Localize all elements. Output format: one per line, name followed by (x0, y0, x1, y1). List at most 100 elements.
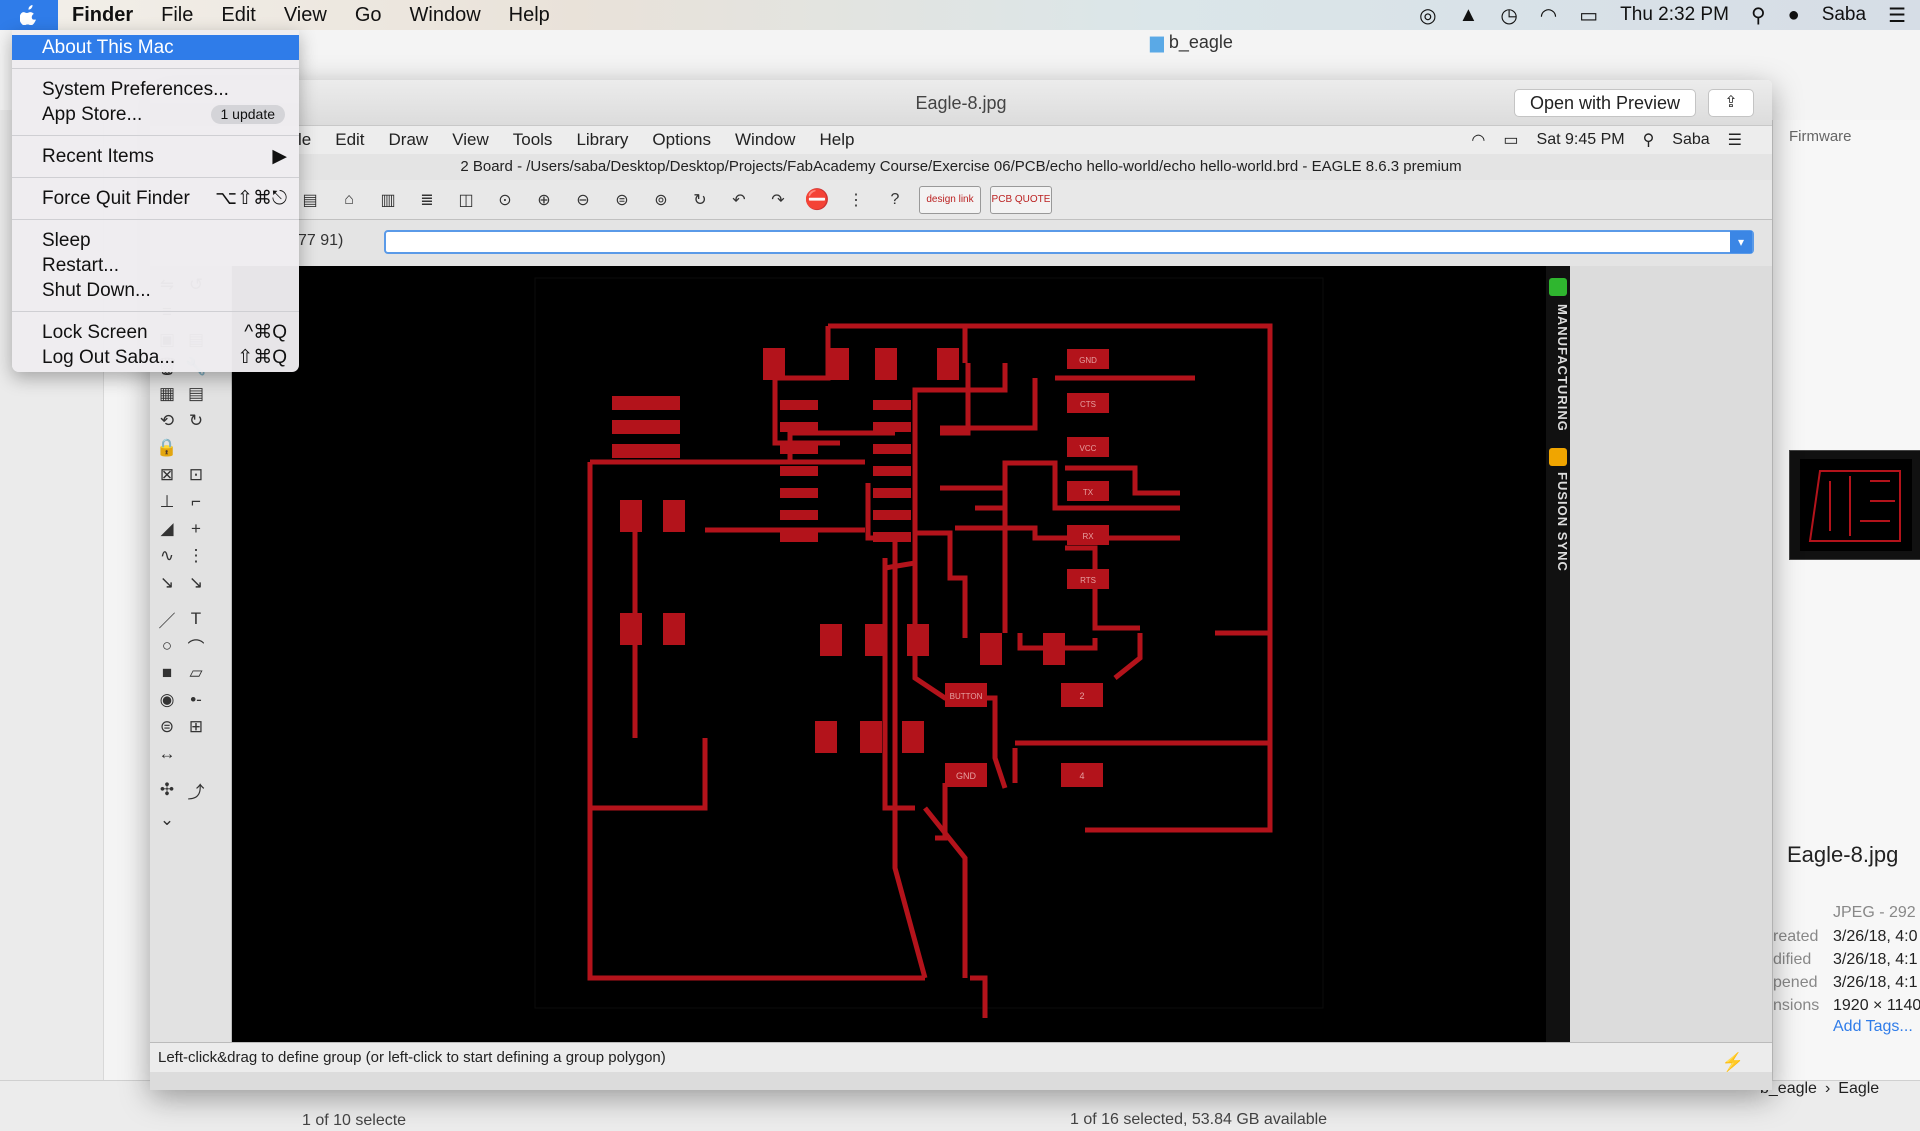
apple-icon[interactable] (0, 0, 58, 30)
zoom-fit-icon[interactable]: ⊙ (490, 186, 520, 214)
eagle-menu-options[interactable]: Options (640, 130, 723, 150)
path-item[interactable]: Eagle (1838, 1080, 1879, 1098)
palette-tool-icon[interactable]: ▤ (181, 380, 211, 408)
palette-tool-icon[interactable]: 🔒 (152, 434, 182, 462)
palette-tool-icon[interactable]: ↻ (181, 407, 211, 435)
palette-tool-icon[interactable]: ⋮ (181, 542, 211, 570)
palette-tool-icon[interactable]: •- (181, 686, 211, 714)
zoom-out-icon[interactable]: ⊖ (568, 186, 598, 214)
menu-go[interactable]: Go (341, 0, 396, 30)
palette-tool-icon[interactable]: ⤴ (181, 776, 211, 804)
palette-tool-icon[interactable]: ↘ (152, 569, 182, 597)
redraw-icon[interactable]: ↻ (685, 186, 715, 214)
wifi-icon[interactable]: ◠ (1540, 3, 1557, 28)
redo-icon[interactable]: ↷ (763, 186, 793, 214)
user-name[interactable]: Saba (1822, 4, 1866, 26)
palette-tool-icon[interactable]: ⌒ (181, 632, 211, 660)
palette-tool-icon[interactable]: ⌄ (152, 806, 182, 834)
command-input[interactable]: ▾ (384, 230, 1754, 254)
menu-about-this-mac[interactable]: About This Mac (12, 35, 299, 60)
time-machine-icon[interactable]: ◷ (1500, 3, 1517, 28)
menu-app-name[interactable]: Finder (58, 0, 147, 30)
adobe-icon[interactable]: ▲ (1459, 4, 1479, 27)
board-canvas[interactable]: GND CTS VCC TX RX RTS BUTTON GND 2 4 (232, 266, 1552, 1042)
pcb-quote-button[interactable]: PCB QUOTE (990, 185, 1052, 214)
menu-separator (12, 219, 299, 220)
eagle-menu-draw[interactable]: Draw (377, 130, 441, 150)
battery-icon[interactable]: ▭ (1579, 3, 1598, 28)
ulp-icon[interactable]: ◫ (451, 186, 481, 214)
manufacturing-icon[interactable] (1549, 278, 1567, 296)
eagle-menu-edit[interactable]: Edit (323, 130, 376, 150)
menu-restart[interactable]: Restart... (12, 253, 299, 278)
notification-center-icon[interactable]: ☰ (1888, 3, 1906, 28)
menu-lock-screen[interactable]: Lock Screen ^⌘Q (12, 320, 299, 345)
lightning-icon[interactable]: ⚡ (1722, 1047, 1744, 1077)
pad-label-gnd: GND (956, 771, 977, 781)
eagle-menu-view[interactable]: View (440, 130, 501, 150)
menu-file[interactable]: File (147, 0, 207, 30)
menu-force-quit[interactable]: Force Quit Finder ⌥⇧⌘⎋ (12, 186, 299, 211)
palette-tool-icon[interactable]: T (181, 605, 211, 633)
menu-help[interactable]: Help (495, 0, 564, 30)
share-button[interactable]: ⇪ (1708, 89, 1754, 117)
palette-tool-icon[interactable]: ↔ (152, 740, 182, 768)
grid-icon[interactable]: ▥ (373, 186, 403, 214)
palette-tool-icon[interactable]: ⊠ (152, 461, 182, 489)
palette-tool-icon[interactable]: ○ (152, 632, 182, 660)
palette-tool-icon[interactable]: ⌐ (181, 488, 211, 516)
palette-tool-icon[interactable]: ⊥ (152, 488, 182, 516)
script-icon[interactable]: ≣ (412, 186, 442, 214)
palette-tool-icon[interactable]: ▱ (181, 659, 211, 687)
smd-pad (907, 624, 929, 656)
zoom-in-icon[interactable]: ⊕ (529, 186, 559, 214)
palette-tool-icon[interactable]: + (181, 515, 211, 543)
palette-tool-icon[interactable]: ■ (152, 659, 182, 687)
menu-edit[interactable]: Edit (207, 0, 269, 30)
menu-window[interactable]: Window (396, 0, 495, 30)
spotlight-icon[interactable]: ⚲ (1751, 3, 1766, 28)
palette-tool-icon[interactable]: ⊞ (181, 713, 211, 741)
palette-tool-icon[interactable]: ⊜ (152, 713, 182, 741)
menu-sleep[interactable]: Sleep (12, 228, 299, 253)
creative-cloud-icon[interactable]: ◎ (1419, 3, 1436, 28)
eagle-menu-window[interactable]: Window (723, 130, 807, 150)
eagle-clock: Sat 9:45 PM (1536, 131, 1625, 148)
palette-tool-icon[interactable]: ／ (152, 605, 182, 633)
palette-tool-icon[interactable]: ◢ (152, 515, 182, 543)
menu-view[interactable]: View (270, 0, 341, 30)
add-tags-link[interactable]: Add Tags... (1833, 1018, 1913, 1036)
open-with-preview-button[interactable]: Open with Preview (1514, 89, 1696, 117)
palette-tool-icon[interactable]: ⊡ (181, 461, 211, 489)
menu-app-store[interactable]: App Store... 1 update (12, 102, 299, 127)
go-icon[interactable]: ⋮ (841, 186, 871, 214)
palette-tool-icon[interactable]: ∿ (152, 542, 182, 570)
palette-tool-icon[interactable]: ⟲ (152, 407, 182, 435)
tab-manufacturing[interactable]: MANUFACTURING (1546, 304, 1570, 432)
palette-tool-icon[interactable]: ▦ (152, 380, 182, 408)
fusion-icon[interactable] (1549, 448, 1567, 466)
zoom-select-icon[interactable]: ⊜ (607, 186, 637, 214)
clock[interactable]: Thu 2:32 PM (1620, 4, 1729, 26)
eagle-menu-help[interactable]: Help (807, 130, 866, 150)
palette-tool-icon[interactable]: ◉ (152, 686, 182, 714)
palette-tool-icon[interactable]: ✣ (152, 776, 182, 804)
menu-recent-items[interactable]: Recent Items ▶ (12, 144, 299, 169)
eagle-menu-library[interactable]: Library (564, 130, 640, 150)
chevron-down-icon[interactable]: ▾ (1730, 231, 1752, 253)
undo-icon[interactable]: ↶ (724, 186, 754, 214)
siri-icon[interactable]: ● (1788, 4, 1800, 27)
tab-fusion-sync[interactable]: FUSION SYNC (1546, 472, 1570, 572)
layers-icon[interactable]: ▤ (295, 186, 325, 214)
menu-shut-down[interactable]: Shut Down... (12, 278, 299, 303)
ic-pad-right (873, 488, 911, 498)
menu-system-preferences[interactable]: System Preferences... (12, 77, 299, 102)
design-link-button[interactable]: design link (919, 185, 981, 214)
eagle-menu-tools[interactable]: Tools (501, 130, 565, 150)
factory-icon[interactable]: ⌂ (334, 186, 364, 214)
menu-log-out[interactable]: Log Out Saba... ⇧⌘Q (12, 345, 299, 370)
zoom-area-icon[interactable]: ⊚ (646, 186, 676, 214)
palette-tool-icon[interactable]: ↘ (181, 569, 211, 597)
stop-icon[interactable]: ⛔ (802, 186, 832, 214)
help-icon[interactable]: ? (880, 186, 910, 214)
